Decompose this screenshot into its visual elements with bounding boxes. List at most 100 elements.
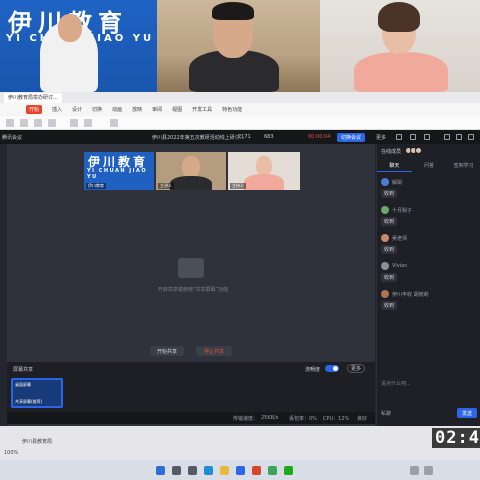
menu-item-insert[interactable]: 插入	[52, 106, 62, 113]
pin-icon[interactable]	[424, 134, 430, 140]
fluency-label: 流畅度	[305, 367, 321, 373]
menu-item-view[interactable]: 视图	[172, 106, 182, 113]
avatar	[381, 206, 389, 214]
thumb-speaker-face	[182, 156, 200, 178]
list-item: 十月梨子 收到	[381, 206, 479, 234]
share-panel-title: 屏幕共享	[13, 367, 34, 373]
video-timestamp: 02:45	[432, 428, 480, 448]
message-sender: 吴老师	[392, 236, 408, 242]
camera-moderator	[320, 0, 480, 92]
browser-tab-bar: 伊川教育局举办研讨...	[0, 92, 480, 103]
start-share-button[interactable]: 开始共享	[150, 346, 184, 356]
wps-icon[interactable]	[252, 466, 261, 475]
message-sender: 伊川丰收 胡晓莉	[392, 292, 429, 298]
browser-status-bar: 伊川县教育局 100%	[0, 426, 480, 460]
chat-tabs: 聊天 问答 签到学习	[377, 160, 480, 172]
minimize-icon[interactable]	[444, 134, 450, 140]
copy-icon[interactable]	[34, 119, 42, 127]
camera-speaker	[157, 0, 320, 92]
menu-item-design[interactable]: 设计	[72, 106, 82, 113]
status-item[interactable]: 伊川县教育局	[22, 438, 52, 445]
cpu-usage: CPU：12%	[323, 415, 350, 422]
list-item: Vivian 收到	[381, 262, 479, 290]
edge-icon[interactable]	[204, 466, 213, 475]
menu-item-features[interactable]: 特色功能	[222, 106, 242, 113]
screen-share-icon	[178, 258, 204, 278]
thumb-moderator-face	[256, 156, 272, 176]
explorer-icon[interactable]	[220, 466, 229, 475]
chat-input[interactable]: 说点什么吧...	[381, 380, 477, 398]
taskbar	[0, 460, 480, 480]
message-text: 收到	[381, 189, 398, 198]
message-sender: Vivian	[392, 263, 408, 269]
menu-item-start[interactable]: 开始	[26, 105, 43, 114]
thumb-brand-sub: YI CHUAN JIAO YU	[87, 168, 148, 180]
start-icon[interactable]	[156, 466, 165, 475]
close-icon[interactable]	[468, 134, 474, 140]
camera-strip: 伊川教育 YI CHUAN JIAO YU	[0, 0, 480, 92]
avatar	[415, 147, 422, 154]
meeting-title-bar: 腾讯会议 伊川县2022年第五次教研活动线上研讨... 2171 683 00:…	[0, 130, 480, 144]
browser-icon[interactable]	[268, 466, 277, 475]
volume-icon[interactable]	[424, 466, 433, 475]
meeting-status-bar: 传输速度： 25KB/s 丢包率：0% CPU：12% 良好	[7, 412, 375, 424]
chat-app-icon[interactable]	[284, 466, 293, 475]
thumb-speaker-body	[170, 176, 212, 190]
meeting-more-menu[interactable]: 更多	[376, 134, 386, 141]
speed-label: 传输速度：	[233, 415, 259, 422]
tab-qa[interactable]: 问答	[412, 160, 447, 172]
thumb-name-host: 伊川教育	[86, 183, 106, 189]
cut-icon[interactable]	[20, 119, 28, 127]
align-icon[interactable]	[110, 119, 118, 127]
send-button[interactable]: 发送	[457, 408, 477, 418]
video-thumb-host[interactable]: 伊川教育 YI CHUAN JIAO YU 伊川教育	[84, 152, 154, 190]
meeting-window: 腾讯会议 伊川县2022年第五次教研活动线上研讨... 2171 683 00:…	[0, 130, 480, 480]
fluency-toggle[interactable]	[325, 365, 339, 372]
private-chat-checkbox[interactable]: 私聊	[381, 410, 391, 417]
screen-option-label: 桌面屏幕	[15, 382, 31, 387]
tab-chat[interactable]: 聊天	[377, 160, 412, 172]
share-more-button[interactable]: 更多	[347, 364, 366, 373]
video-thumb-moderator[interactable]: 主持人	[228, 152, 300, 190]
message-text: 收到	[381, 273, 398, 282]
moderator-person	[354, 52, 448, 92]
search-icon[interactable]	[172, 466, 181, 475]
list-item: 解娟 收到	[381, 178, 479, 206]
bold-icon[interactable]	[70, 119, 78, 127]
italic-icon[interactable]	[84, 119, 92, 127]
message-text: 收到	[381, 245, 398, 254]
tray-icon[interactable]	[410, 466, 419, 475]
video-thumb-speaker[interactable]: 主讲人	[156, 152, 226, 190]
menu-item-devtools[interactable]: 开发工具	[192, 106, 212, 113]
switch-meeting-button[interactable]: 切换会议	[337, 133, 366, 142]
host-face	[58, 14, 82, 42]
menu-item-transition[interactable]: 切换	[92, 106, 102, 113]
tab-checkin[interactable]: 签到学习	[446, 160, 480, 172]
screen-root: 伊川教育 YI CHUAN JIAO YU 伊川教育局举办研讨... 开始 插入…	[0, 0, 480, 480]
menu-item-review[interactable]: 审阅	[152, 106, 162, 113]
share-link-icon[interactable]	[396, 134, 402, 140]
screen-option-sub: 共享屏幕(推荐)	[15, 399, 43, 404]
paste-icon[interactable]	[6, 119, 14, 127]
taskview-icon[interactable]	[188, 466, 197, 475]
desktop-screen-option[interactable]: 桌面屏幕 共享屏幕(推荐)	[11, 378, 63, 408]
meeting-app-icon[interactable]	[236, 466, 245, 475]
meeting-app-name: 腾讯会议	[2, 134, 23, 141]
maximize-icon[interactable]	[456, 134, 462, 140]
member-avatars[interactable]	[405, 147, 422, 154]
online-members-label: 在线成员	[381, 149, 402, 155]
moderator-hair	[378, 2, 420, 32]
menu-item-slideshow[interactable]: 放映	[132, 106, 142, 113]
stop-share-button[interactable]: 停止共享	[196, 346, 232, 356]
chat-message-list: 解娟 收到 十月梨子 收到 吴老师 收到 Vivian 收到 伊川丰收 胡晓莉 …	[381, 178, 479, 318]
format-icon[interactable]	[48, 119, 56, 127]
zoom-level[interactable]: 100%	[4, 450, 18, 456]
meeting-name: 伊川县2022年第五次教研活动线上研讨...	[152, 134, 245, 141]
browser-tab[interactable]: 伊川教育局举办研讨...	[4, 92, 62, 103]
camera-host: 伊川教育 YI CHUAN JIAO YU	[0, 0, 157, 92]
members-count: 2171	[238, 134, 251, 140]
settings-icon[interactable]	[410, 134, 416, 140]
menu-item-animation[interactable]: 动画	[112, 106, 122, 113]
avatar	[381, 290, 389, 298]
share-tip-text: 开启共享或使用“共享屏幕”功能	[157, 287, 229, 293]
